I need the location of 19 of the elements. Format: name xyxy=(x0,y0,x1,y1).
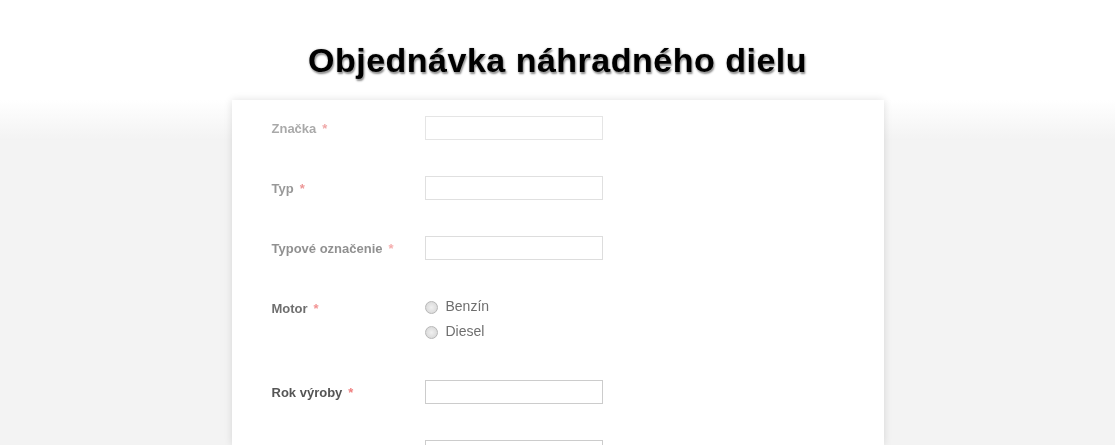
field-label: Typové označenie xyxy=(271,241,383,256)
input-field[interactable] xyxy=(424,236,603,260)
option-label: Benzín xyxy=(445,297,490,316)
field-label: Rok výroby xyxy=(271,385,343,400)
input-field[interactable] xyxy=(424,176,603,200)
input-field[interactable] xyxy=(424,380,603,404)
required-mark: * xyxy=(388,241,394,256)
option-label: Diesel xyxy=(445,322,485,341)
required-mark: * xyxy=(348,385,354,400)
required-mark: * xyxy=(313,301,319,316)
required-mark: * xyxy=(299,181,305,196)
radio-button[interactable] xyxy=(424,301,438,314)
radio-button[interactable] xyxy=(424,326,438,339)
required-mark: * xyxy=(322,121,328,136)
field-label: Motor xyxy=(271,301,308,316)
input-field[interactable] xyxy=(424,116,603,140)
field-label: Značka xyxy=(271,121,317,136)
page-title: Objednávka náhradného dielu xyxy=(306,40,808,81)
field-label: Typ xyxy=(271,181,294,196)
